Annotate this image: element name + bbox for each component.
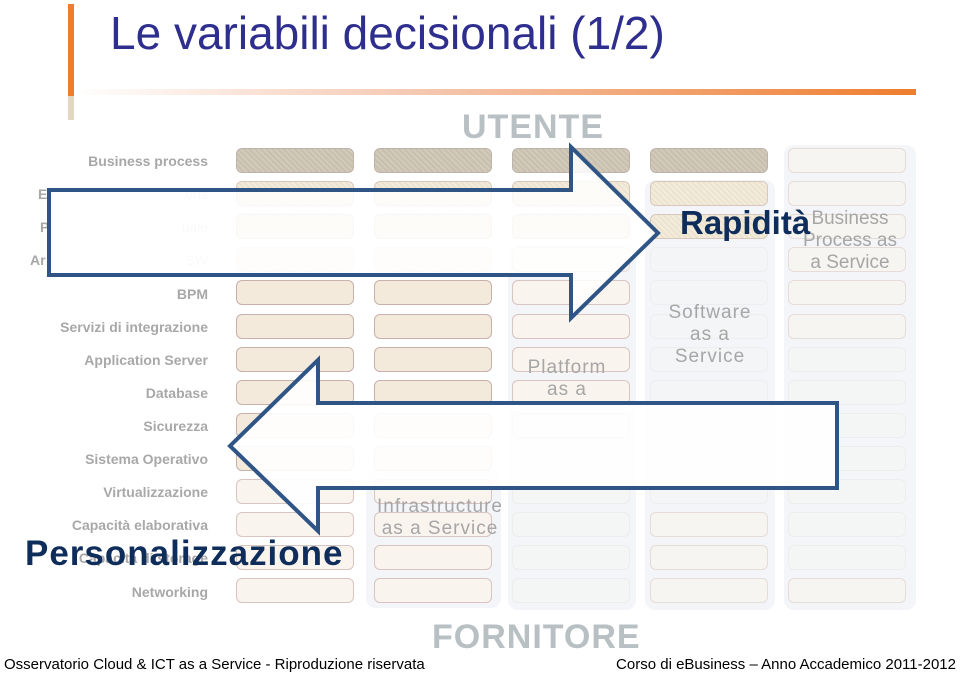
fornitore-label: FORNITORE [432, 618, 641, 656]
rapidita-label: Rapidità [680, 204, 811, 241]
personalizzazione-arrow-icon [227, 355, 839, 536]
footer-left: Osservatorio Cloud & ICT as a Service - … [4, 656, 425, 673]
footer-right: Corso di eBusiness – Anno Accademico 201… [616, 656, 956, 673]
personalizzazione-label: Personalizzazione [25, 534, 344, 573]
rapidita-arrow-icon [47, 142, 661, 323]
arrows-layer [47, 142, 839, 536]
